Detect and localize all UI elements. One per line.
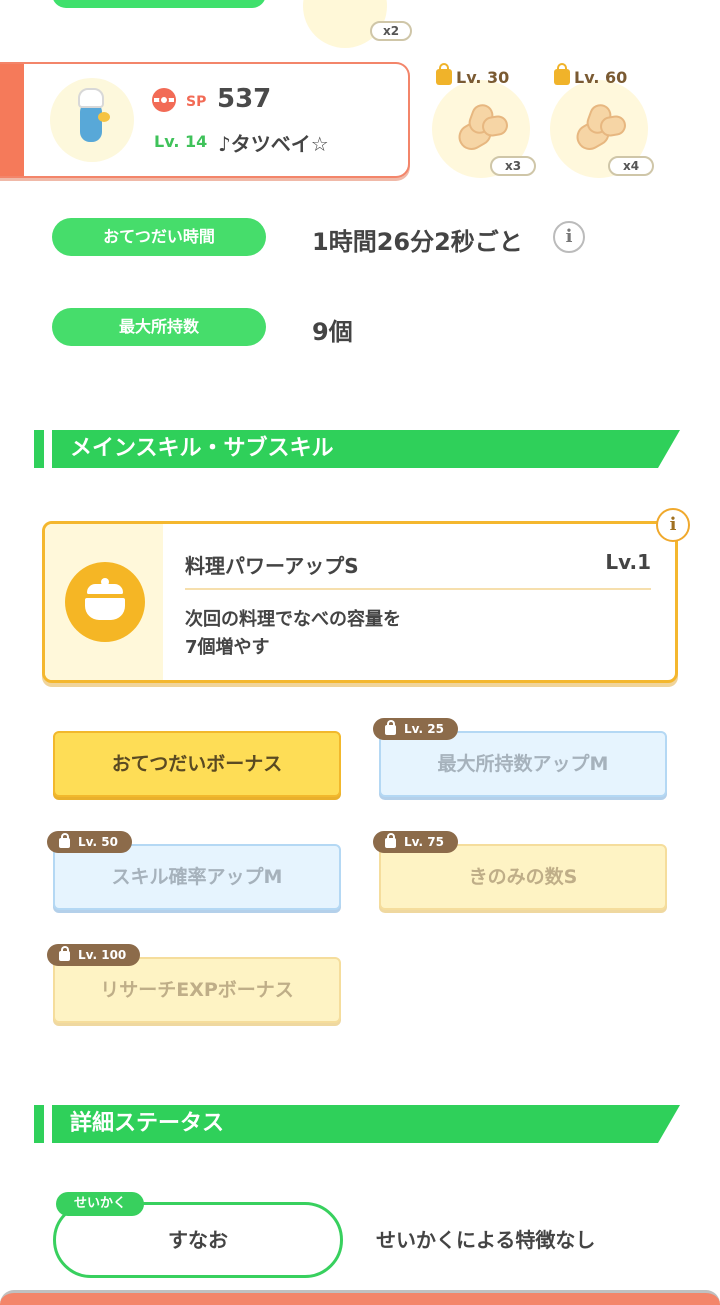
ingredient-slot-lv60[interactable]: Lv. 60 x4 — [548, 63, 658, 186]
unlock-level-row: Lv. 30 — [436, 63, 510, 88]
help-time-label: おてつだい時間 — [52, 218, 266, 256]
sub-skill-3-lock-tag: Lv. 50 — [47, 831, 132, 853]
max-carry-label: 最大所持数 — [52, 308, 266, 346]
divider — [185, 588, 651, 590]
ginger-icon — [453, 98, 510, 155]
nature-tag: せいかく — [56, 1192, 145, 1216]
pokemon-body — [80, 102, 102, 142]
skill-icon-panel — [45, 524, 163, 680]
description-line-1: 次回の料理でなべの容量を — [185, 609, 401, 630]
sub-skill-5-lock-tag: Lv. 100 — [47, 944, 141, 966]
section-bar — [34, 1105, 44, 1143]
ingredient-slot-lv30[interactable]: Lv. 30 x3 — [430, 63, 540, 186]
main-skill-level: Lv.1 — [605, 550, 651, 574]
sub-skill-4-lock-tag: Lv. 75 — [373, 831, 458, 853]
pot-icon — [65, 562, 145, 642]
ingredient-count-chip: x3 — [490, 156, 536, 176]
lock-icon — [436, 63, 452, 85]
ingredient-count-chip: x2 — [370, 21, 412, 41]
lock-icon — [59, 833, 70, 848]
help-time-value: 1時間26分2秒ごと — [312, 228, 523, 256]
unlock-level: Lv. 50 — [78, 835, 118, 849]
section-title-skills: メインスキル・サブスキル — [52, 430, 680, 468]
sub-skill-4[interactable]: きのみの数S — [379, 844, 667, 910]
main-skill-card[interactable]: 料理パワーアップS Lv.1 次回の料理でなべの容量を 7個増やす — [42, 521, 678, 683]
lock-icon — [385, 833, 396, 848]
sub-skill-2[interactable]: 最大所持数アップM — [379, 731, 667, 797]
bottom-panel-edge — [0, 1290, 720, 1305]
sub-skill-1[interactable]: おてつだいボーナス — [53, 731, 341, 797]
max-carry-value: 9個 — [312, 318, 353, 346]
card-accent — [0, 64, 24, 176]
top-stat-pill — [52, 0, 266, 8]
info-icon[interactable]: i — [553, 221, 585, 253]
pokemon-fin — [98, 112, 110, 122]
nature-effect: せいかくによる特徴なし — [376, 1228, 596, 1252]
pokemon-level: Lv. 14 — [154, 132, 208, 151]
ginger-icon — [571, 98, 628, 155]
unlock-level: Lv. 30 — [456, 67, 510, 87]
section-bar — [34, 430, 44, 468]
sub-skill-2-lock-tag: Lv. 25 — [373, 718, 458, 740]
unlock-level: Lv. 100 — [78, 948, 127, 962]
lock-icon — [554, 63, 570, 85]
main-skill-description: 次回の料理でなべの容量を 7個増やす — [185, 606, 401, 662]
sp-label: SP — [186, 94, 207, 110]
section-title-details: 詳細ステータス — [52, 1105, 680, 1143]
main-skill-name: 料理パワーアップS — [185, 554, 359, 578]
pokemon-name: ♪タツベイ☆ — [218, 132, 329, 156]
sub-skill-3[interactable]: スキル確率アップM — [53, 844, 341, 910]
skill-info-icon[interactable]: i — [656, 508, 690, 542]
chef-hat-icon — [78, 88, 104, 108]
sp-value: 537 — [217, 84, 272, 114]
pokeball-icon — [152, 88, 176, 112]
unlock-level: Lv. 75 — [404, 835, 444, 849]
pokemon-card[interactable]: SP 537 Lv. 14 ♪タツベイ☆ — [0, 62, 410, 178]
unlock-level: Lv. 25 — [404, 722, 444, 736]
sub-skill-5[interactable]: リサーチEXPボーナス — [53, 957, 341, 1023]
lock-icon — [385, 720, 396, 735]
pokemon-avatar — [50, 78, 134, 162]
ingredient-count-chip: x4 — [608, 156, 654, 176]
lock-icon — [59, 946, 70, 961]
unlock-level-row: Lv. 60 — [554, 63, 628, 88]
unlock-level: Lv. 60 — [574, 67, 628, 87]
description-line-2: 7個増やす — [185, 637, 270, 658]
